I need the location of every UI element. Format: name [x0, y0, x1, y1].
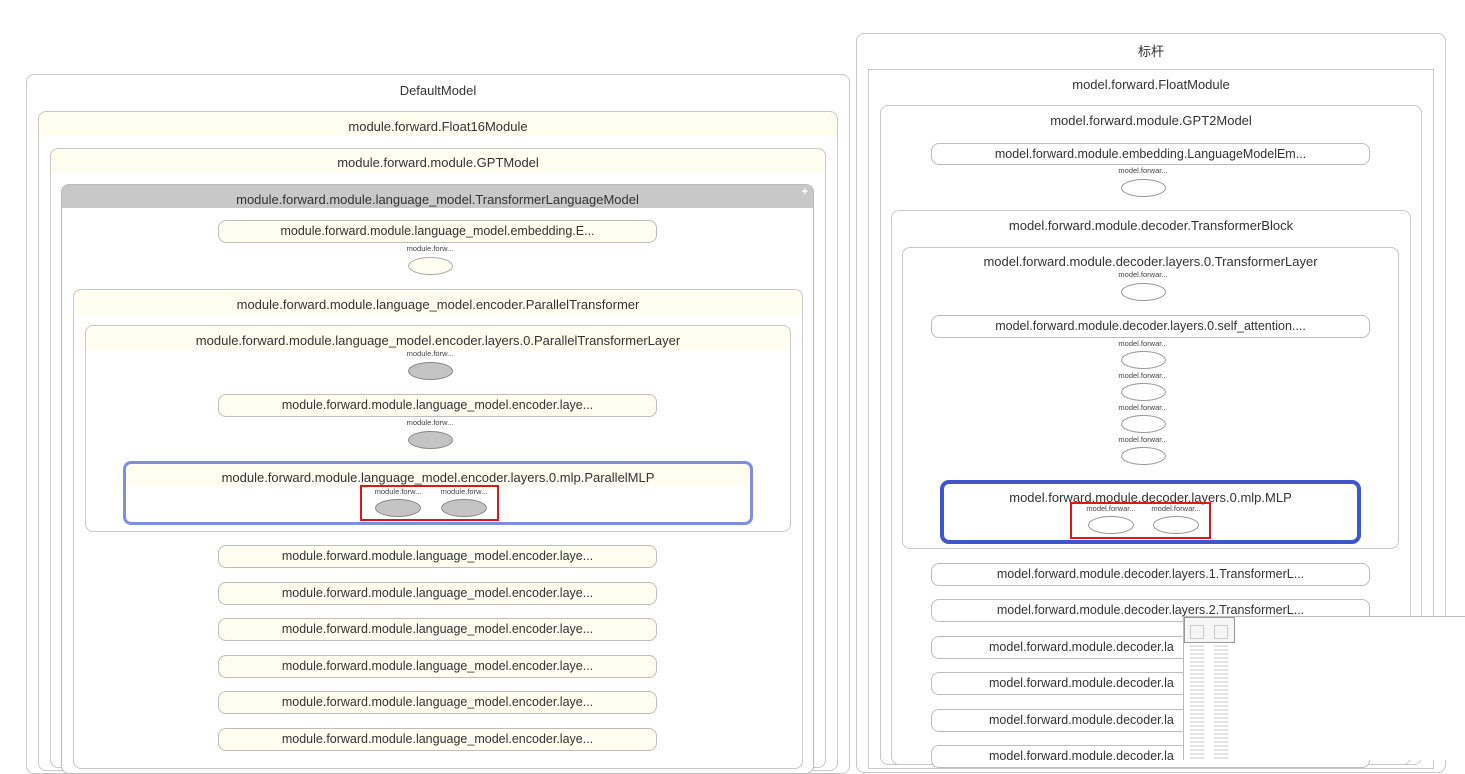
expand-icon[interactable]: + — [802, 186, 808, 198]
encoder-laye-node[interactable]: module.forward.module.language_model.enc… — [218, 394, 657, 417]
right-mlp-op-node-2[interactable] — [1153, 516, 1199, 534]
right-embedding-op-label: model.forwar... — [1118, 166, 1168, 175]
right-mlp-op-node-1[interactable] — [1088, 516, 1134, 534]
embedding-op-node[interactable] — [408, 257, 453, 275]
right-layer0-op-node[interactable] — [1121, 283, 1166, 301]
minimap-right-header — [1214, 625, 1228, 639]
embedding-op-label: module.forw... — [406, 244, 454, 253]
encoder-laye-op-label: module.forw... — [406, 418, 454, 427]
encoder-layer-node-3[interactable]: module.forward.module.language_model.enc… — [218, 618, 657, 641]
attention-op-label-4: model.forwar... — [1118, 435, 1168, 444]
encoder-layer-node-6[interactable]: module.forward.module.language_model.enc… — [218, 728, 657, 751]
encoder-layer-node-4[interactable]: module.forward.module.language_model.enc… — [218, 655, 657, 678]
right-embedding-node[interactable]: model.forward.module.embedding.LanguageM… — [931, 143, 1370, 165]
layer0-op-label: module.forw... — [406, 349, 454, 358]
benchmark-title: 标杆 — [1137, 44, 1164, 59]
mlp-op-node-1[interactable] — [375, 499, 421, 517]
layer0-op-node[interactable] — [408, 362, 453, 380]
attention-op-label-1: model.forwar... — [1118, 339, 1168, 348]
transformer-block-title: model.forward.module.decoder.Transformer… — [1008, 218, 1294, 233]
float-module-title: model.forward.FloatModule — [1072, 77, 1230, 92]
right-mlp-op-label-2: model.forwar... — [1151, 504, 1201, 513]
minimap-left-header — [1190, 625, 1204, 639]
attention-op-node-4[interactable] — [1121, 447, 1166, 465]
encoder-layer-node-2[interactable]: module.forward.module.language_model.enc… — [218, 582, 657, 605]
minimap-left-graph — [1190, 645, 1204, 760]
right-layer0-title: model.forward.module.decoder.layers.0.Tr… — [983, 254, 1318, 269]
default-model-title: DefaultModel — [399, 83, 477, 98]
right-layer0-op-label: model.forwar... — [1118, 270, 1168, 279]
attention-op-node-2[interactable] — [1121, 383, 1166, 401]
attention-op-node-3[interactable] — [1121, 415, 1166, 433]
parallel-mlp-title: module.forward.module.language_model.enc… — [221, 470, 655, 485]
mlp-op-node-2[interactable] — [441, 499, 487, 517]
language-model-title: module.forward.module.language_model.Tra… — [236, 192, 639, 207]
layer0-title: module.forward.module.language_model.enc… — [195, 333, 681, 348]
gpt-model-title: module.forward.module.GPTModel — [337, 155, 539, 170]
attention-op-label-2: model.forwar... — [1118, 371, 1168, 380]
gpt2-model-title: model.forward.module.GPT2Model — [1050, 113, 1252, 128]
encoder-layer-node-5[interactable]: module.forward.module.language_model.enc… — [218, 691, 657, 714]
right-embedding-op-node[interactable] — [1121, 179, 1166, 197]
embedding-node[interactable]: module.forward.module.language_model.emb… — [218, 220, 657, 243]
attention-op-node-1[interactable] — [1121, 351, 1166, 369]
self-attention-node[interactable]: model.forward.module.decoder.layers.0.se… — [931, 315, 1370, 338]
float16-module-title: module.forward.Float16Module — [348, 119, 528, 134]
encoder-laye-op-node[interactable] — [408, 431, 453, 449]
minimap-right-graph — [1214, 645, 1228, 760]
minimap[interactable] — [1183, 616, 1465, 760]
encoder-layer-node-1[interactable]: module.forward.module.language_model.enc… — [218, 545, 657, 568]
decoder-layer-node-1[interactable]: model.forward.module.decoder.layers.1.Tr… — [931, 563, 1370, 586]
attention-op-label-3: model.forwar... — [1118, 403, 1168, 412]
mlp-op-label-2: module.forw... — [440, 487, 488, 496]
parallel-transformer-title: module.forward.module.language_model.enc… — [236, 297, 640, 312]
